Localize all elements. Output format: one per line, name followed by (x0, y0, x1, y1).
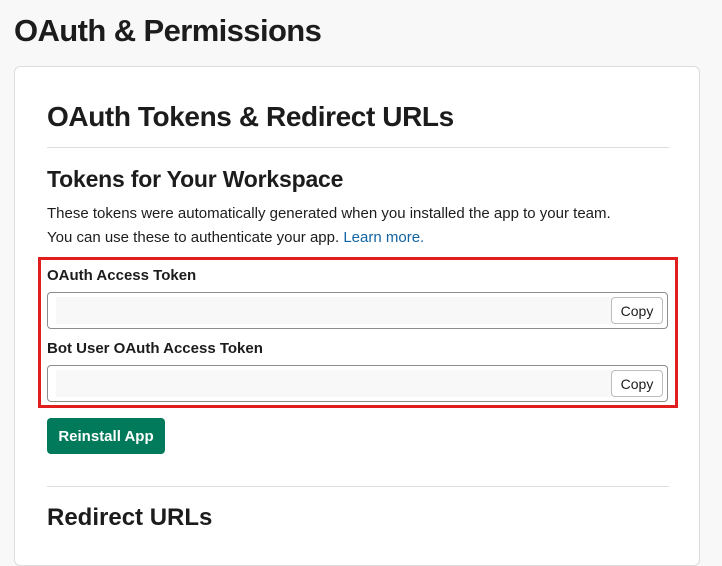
learn-more-link[interactable]: Learn more. (343, 229, 424, 246)
reinstall-app-button[interactable]: Reinstall App (47, 418, 165, 454)
oauth-access-token-label: OAuth Access Token (47, 267, 197, 284)
description-line-2: You can use these to authenticate your a… (47, 229, 340, 246)
bot-user-oauth-access-token-label: Bot User OAuth Access Token (47, 340, 263, 357)
page-title: OAuth & Permissions (14, 13, 322, 48)
description-line-1: These tokens were automatically generate… (47, 205, 611, 222)
section-title: OAuth Tokens & Redirect URLs (47, 101, 454, 132)
bot-user-oauth-access-token-field: Copy (47, 365, 668, 402)
tokens-description: These tokens were automatically generate… (47, 202, 687, 250)
section-divider (47, 486, 669, 487)
oauth-tokens-card: OAuth Tokens & Redirect URLs Tokens for … (14, 66, 700, 566)
copy-bot-token-button[interactable]: Copy (611, 370, 663, 397)
tokens-subtitle: Tokens for Your Workspace (47, 166, 344, 192)
oauth-access-token-input[interactable] (56, 297, 612, 324)
redirect-urls-title: Redirect URLs (47, 504, 213, 531)
copy-oauth-token-button[interactable]: Copy (611, 297, 663, 324)
section-divider (47, 147, 669, 148)
bot-user-oauth-access-token-input[interactable] (56, 370, 612, 397)
oauth-access-token-field: Copy (47, 292, 668, 329)
